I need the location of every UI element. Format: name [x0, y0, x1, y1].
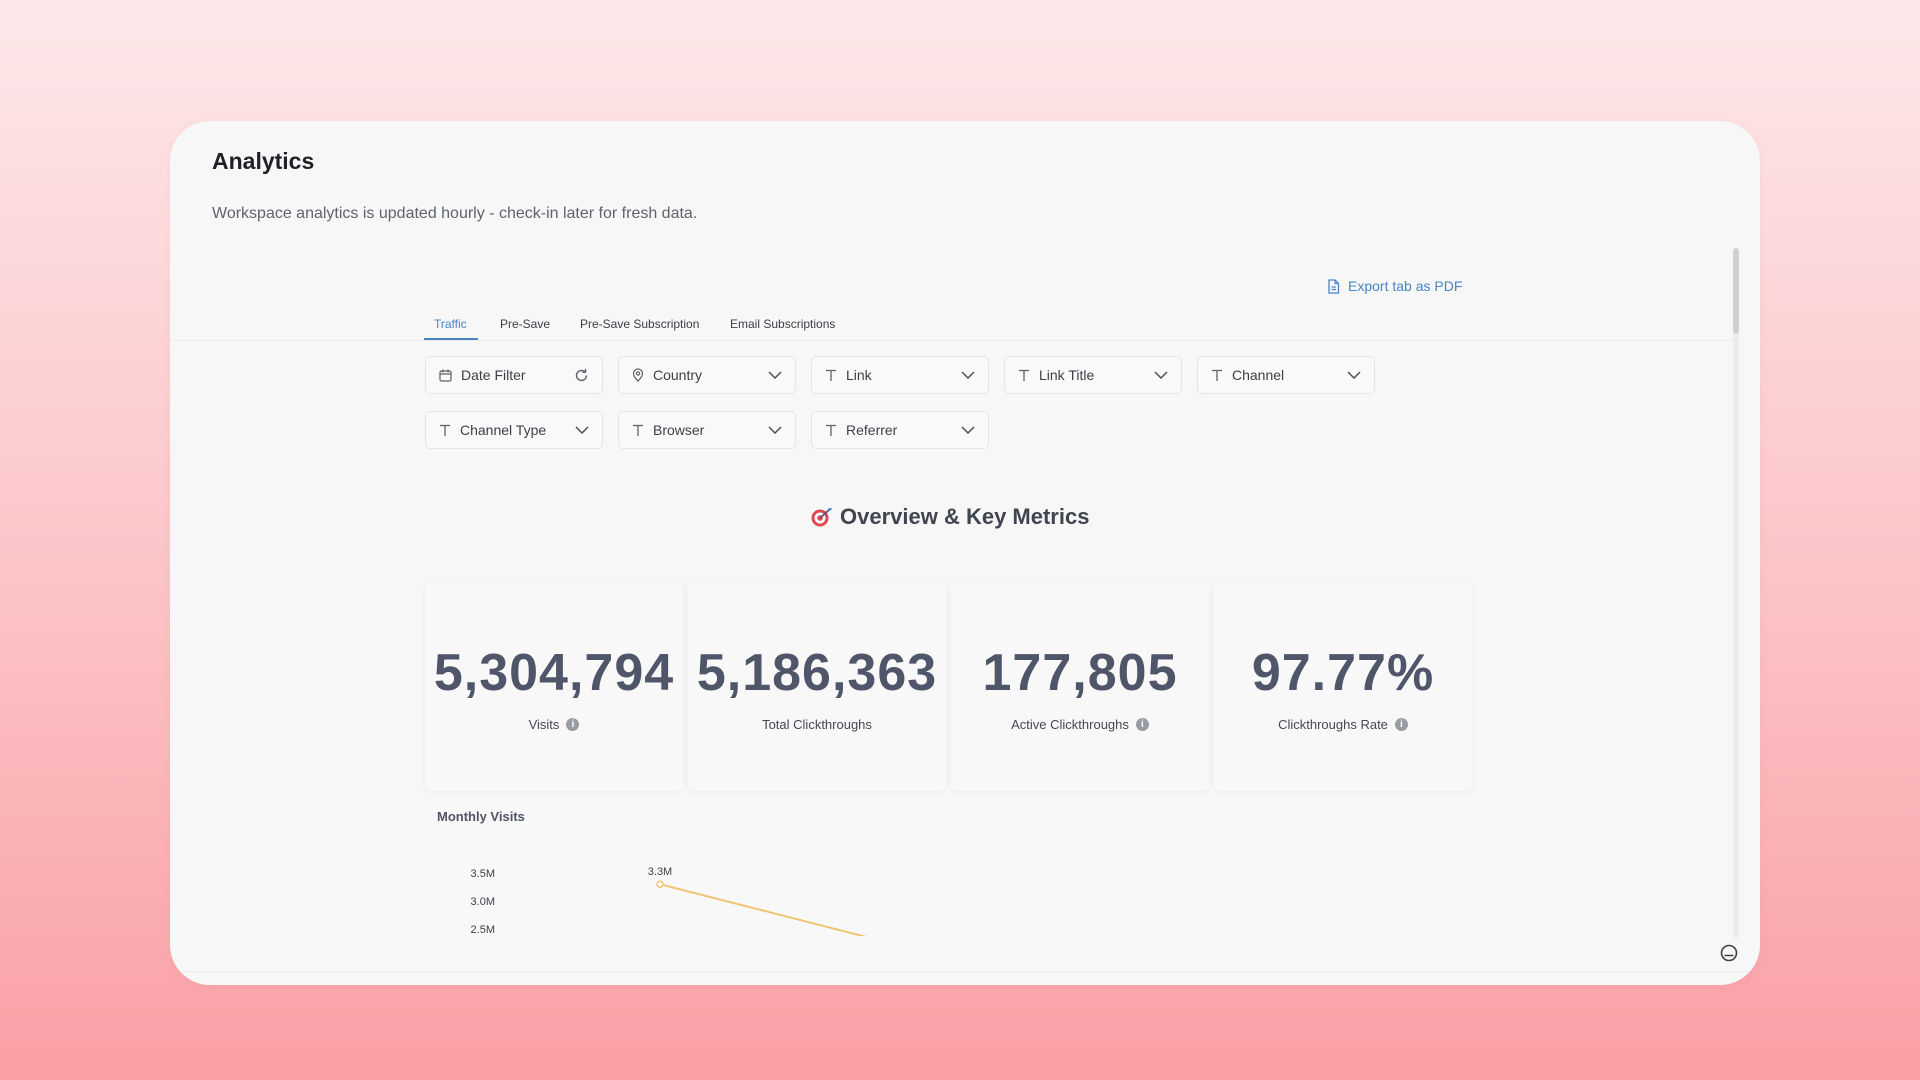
filter-link[interactable]: Link: [811, 356, 989, 394]
filter-referrer-label: Referrer: [846, 422, 898, 438]
kpi-card-clickthroughs-rate: 97.77% Clickthroughs Rate i: [1214, 581, 1472, 791]
filter-channel-type[interactable]: Channel Type: [425, 411, 603, 449]
text-t-icon: [826, 424, 836, 436]
filter-browser-label: Browser: [653, 422, 705, 438]
footer-divider: [170, 971, 1760, 972]
export-pdf-button[interactable]: Export tab as PDF: [1327, 278, 1462, 294]
filter-link-title[interactable]: Link Title: [1004, 356, 1182, 394]
filter-country-label: Country: [653, 367, 703, 383]
chevron-down-icon: [575, 426, 589, 434]
y-tick-label: 3.5M: [471, 868, 495, 880]
chevron-down-icon: [1154, 371, 1168, 379]
overview-heading: Overview & Key Metrics: [810, 504, 1089, 530]
text-t-icon: [1212, 369, 1222, 381]
kpi-label: Active Clickthroughs: [1011, 717, 1129, 732]
kpi-label: Clickthroughs Rate: [1278, 717, 1388, 732]
filter-date-label: Date Filter: [461, 367, 526, 383]
kpi-value: 5,186,363: [696, 644, 938, 702]
chevron-down-icon: [768, 426, 782, 434]
filter-channel-type-label: Channel Type: [460, 422, 547, 438]
analytics-card: Analytics Workspace analytics is updated…: [170, 121, 1760, 985]
chat-icon[interactable]: [1719, 943, 1739, 963]
data-point[interactable]: [656, 880, 664, 888]
scrollbar[interactable]: [1733, 248, 1739, 938]
tab-traffic[interactable]: Traffic: [434, 317, 467, 331]
kpi-label-row: Total Clickthroughs: [688, 717, 946, 732]
kpi-value: 97.77%: [1251, 644, 1435, 702]
calendar-icon: [439, 369, 452, 382]
filter-browser[interactable]: Browser: [618, 411, 796, 449]
filter-date[interactable]: Date Filter: [425, 356, 603, 394]
filter-country[interactable]: Country: [618, 356, 796, 394]
filter-channel[interactable]: Channel: [1197, 356, 1375, 394]
kpi-label: Total Clickthroughs: [762, 717, 872, 732]
overview-title: Overview & Key Metrics: [840, 504, 1090, 529]
kpi-card-active-clickthroughs: 177,805 Active Clickthroughs i: [951, 581, 1209, 791]
filter-link-title-label: Link Title: [1039, 367, 1095, 383]
y-tick-label: 2.5M: [471, 924, 495, 936]
kpi-value: 5,304,794: [433, 644, 675, 702]
kpi-card-visits: 5,304,794 Visits i: [425, 581, 683, 791]
kpi-card-total-clickthroughs: 5,186,363 Total Clickthroughs: [688, 581, 946, 791]
filter-referrer[interactable]: Referrer: [811, 411, 989, 449]
monthly-visits-title: Monthly Visits: [437, 809, 525, 824]
chevron-down-icon: [1347, 371, 1361, 379]
kpi-label: Visits: [528, 717, 560, 732]
info-icon[interactable]: i: [1394, 718, 1408, 731]
filter-channel-label: Channel: [1232, 367, 1285, 383]
tab-bar: Traffic Pre-Save Pre-Save Subscription E…: [170, 310, 1734, 341]
text-t-icon: [633, 424, 643, 436]
target-icon: [811, 508, 832, 527]
data-label: 3.3M: [648, 866, 672, 878]
active-tab-indicator: [424, 338, 478, 340]
document-icon: [1328, 278, 1340, 294]
kpi-value: 177,805: [982, 644, 1178, 702]
monthly-visits-panel: Monthly Visits 3.5M 3.0M 2.5M 3.3M: [425, 801, 1475, 936]
chevron-down-icon: [768, 371, 782, 379]
monthly-visits-chart: 3.5M 3.0M 2.5M 3.3M: [471, 866, 867, 936]
page-subtitle: Workspace analytics is updated hourly - …: [212, 205, 698, 222]
location-pin-icon: [632, 368, 644, 382]
kpi-label-row: Active Clickthroughs i: [951, 717, 1209, 732]
filter-link-label: Link: [846, 367, 872, 383]
text-t-icon: [826, 369, 836, 381]
series-line: [659, 883, 867, 936]
chevron-down-icon: [961, 426, 975, 434]
tab-email-subscriptions[interactable]: Email Subscriptions: [730, 317, 835, 331]
tab-pre-save-subscription[interactable]: Pre-Save Subscription: [580, 317, 699, 331]
text-t-icon: [1019, 369, 1029, 381]
export-pdf-label: Export tab as PDF: [1348, 278, 1463, 294]
scroll-thumb[interactable]: [1733, 248, 1739, 334]
text-t-icon: [440, 424, 450, 436]
kpi-label-row: Clickthroughs Rate i: [1214, 717, 1472, 732]
y-tick-label: 3.0M: [471, 896, 495, 908]
info-icon[interactable]: i: [566, 718, 580, 731]
chevron-down-icon: [961, 371, 975, 379]
reset-icon[interactable]: [574, 368, 589, 383]
page-title: Analytics: [212, 148, 315, 174]
tab-pre-save[interactable]: Pre-Save: [500, 317, 550, 331]
info-icon[interactable]: i: [1135, 718, 1149, 731]
kpi-label-row: Visits i: [425, 717, 683, 732]
